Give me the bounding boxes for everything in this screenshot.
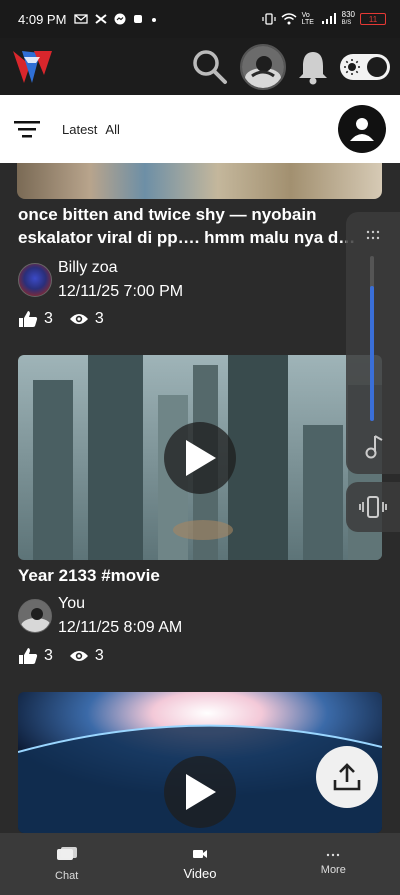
app-logo[interactable] (10, 45, 54, 89)
post-thumbnail[interactable] (17, 163, 382, 199)
post-title[interactable]: once bitten and twice shy — nyobain eska… (18, 203, 382, 249)
wifi-icon (281, 13, 297, 25)
nav-more-label: More (320, 864, 346, 876)
eye-icon (69, 651, 88, 661)
music-note-icon[interactable] (362, 434, 384, 460)
play-icon (186, 774, 216, 810)
status-bar: 4:09 PM Vo LTE 830 B/S 11 (0, 0, 400, 38)
nav-video[interactable]: Video (133, 833, 266, 895)
feed: once bitten and twice shy — nyobain eska… (0, 163, 400, 833)
post-title[interactable]: Year 2133 #movie (18, 564, 160, 587)
author-avatar[interactable] (18, 263, 52, 297)
capcut-icon (95, 14, 108, 24)
status-time: 4:09 PM (18, 11, 67, 27)
avatar[interactable] (240, 43, 286, 90)
more-dots-icon (327, 853, 340, 857)
post-stats: 3 3 (18, 310, 104, 328)
network-speed: 830 B/S (341, 10, 355, 27)
view-count: 3 (94, 647, 104, 664)
volume-slider[interactable] (370, 256, 374, 421)
video-camera-icon (192, 849, 207, 858)
bottom-nav: Chat Video More (0, 833, 400, 895)
like-icon[interactable] (18, 310, 38, 328)
more-dots-icon[interactable] (366, 230, 380, 240)
theme-toggle[interactable] (340, 53, 390, 80)
like-count: 3 (44, 647, 53, 664)
volume-level (370, 285, 374, 421)
battery-indicator: 11 (360, 13, 386, 25)
search-icon[interactable] (190, 47, 230, 87)
bell-icon[interactable] (296, 48, 330, 86)
messenger-icon (114, 13, 126, 25)
post-date: 12/11/25 8:09 AM (58, 619, 183, 636)
author-name[interactable]: Billy zoa (58, 257, 183, 279)
volume-panel[interactable] (346, 212, 400, 474)
post-author-row: Billy zoa 12/11/25 7:00 PM (18, 257, 183, 305)
app-notification-icon (134, 15, 143, 23)
chat-icon (56, 847, 77, 860)
author-avatar[interactable] (18, 599, 52, 633)
nav-video-label: Video (183, 865, 217, 881)
video-thumbnail[interactable] (18, 355, 382, 560)
filter-bar: Latest All (0, 95, 400, 163)
signal-icon (321, 13, 336, 24)
toggle-knob (367, 56, 387, 77)
volte-label: Vo LTE (301, 12, 314, 26)
dot-icon (152, 18, 157, 22)
sun-icon (344, 58, 360, 75)
nav-chat[interactable]: Chat (0, 833, 133, 895)
like-count: 3 (44, 310, 53, 327)
filter-all[interactable]: All (105, 122, 119, 137)
vibrate-icon (262, 13, 276, 25)
nav-chat-label: Chat (55, 870, 79, 882)
app-header (0, 38, 400, 95)
eye-icon (69, 314, 88, 324)
vibrate-toggle[interactable] (346, 482, 400, 532)
nav-more[interactable]: More (267, 833, 400, 895)
filter-icon[interactable] (14, 119, 40, 139)
vibrate-icon (359, 496, 387, 518)
mail-icon (74, 14, 89, 24)
view-count: 3 (94, 310, 104, 327)
post-date: 12/11/25 7:00 PM (58, 283, 184, 300)
upload-icon (333, 763, 361, 791)
notification-icons (74, 13, 158, 25)
profile-button[interactable] (338, 105, 386, 153)
play-icon (186, 439, 216, 476)
user-icon (350, 118, 374, 141)
post-stats: 3 3 (18, 647, 104, 665)
like-icon[interactable] (18, 647, 38, 665)
author-name[interactable]: You (58, 593, 182, 615)
upload-button[interactable] (316, 746, 378, 808)
play-button[interactable] (164, 421, 236, 494)
play-button[interactable] (164, 756, 236, 828)
post-author-row: You 12/11/25 8:09 AM (18, 593, 182, 641)
filter-latest[interactable]: Latest (62, 122, 97, 137)
